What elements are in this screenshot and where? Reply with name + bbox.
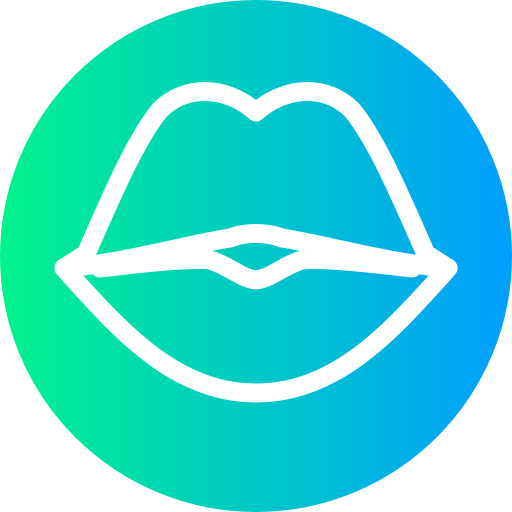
right-corner-lower [432, 258, 458, 285]
icon-canvas [0, 0, 512, 512]
lips-icon [0, 0, 512, 512]
left-corner-lower [54, 258, 80, 285]
